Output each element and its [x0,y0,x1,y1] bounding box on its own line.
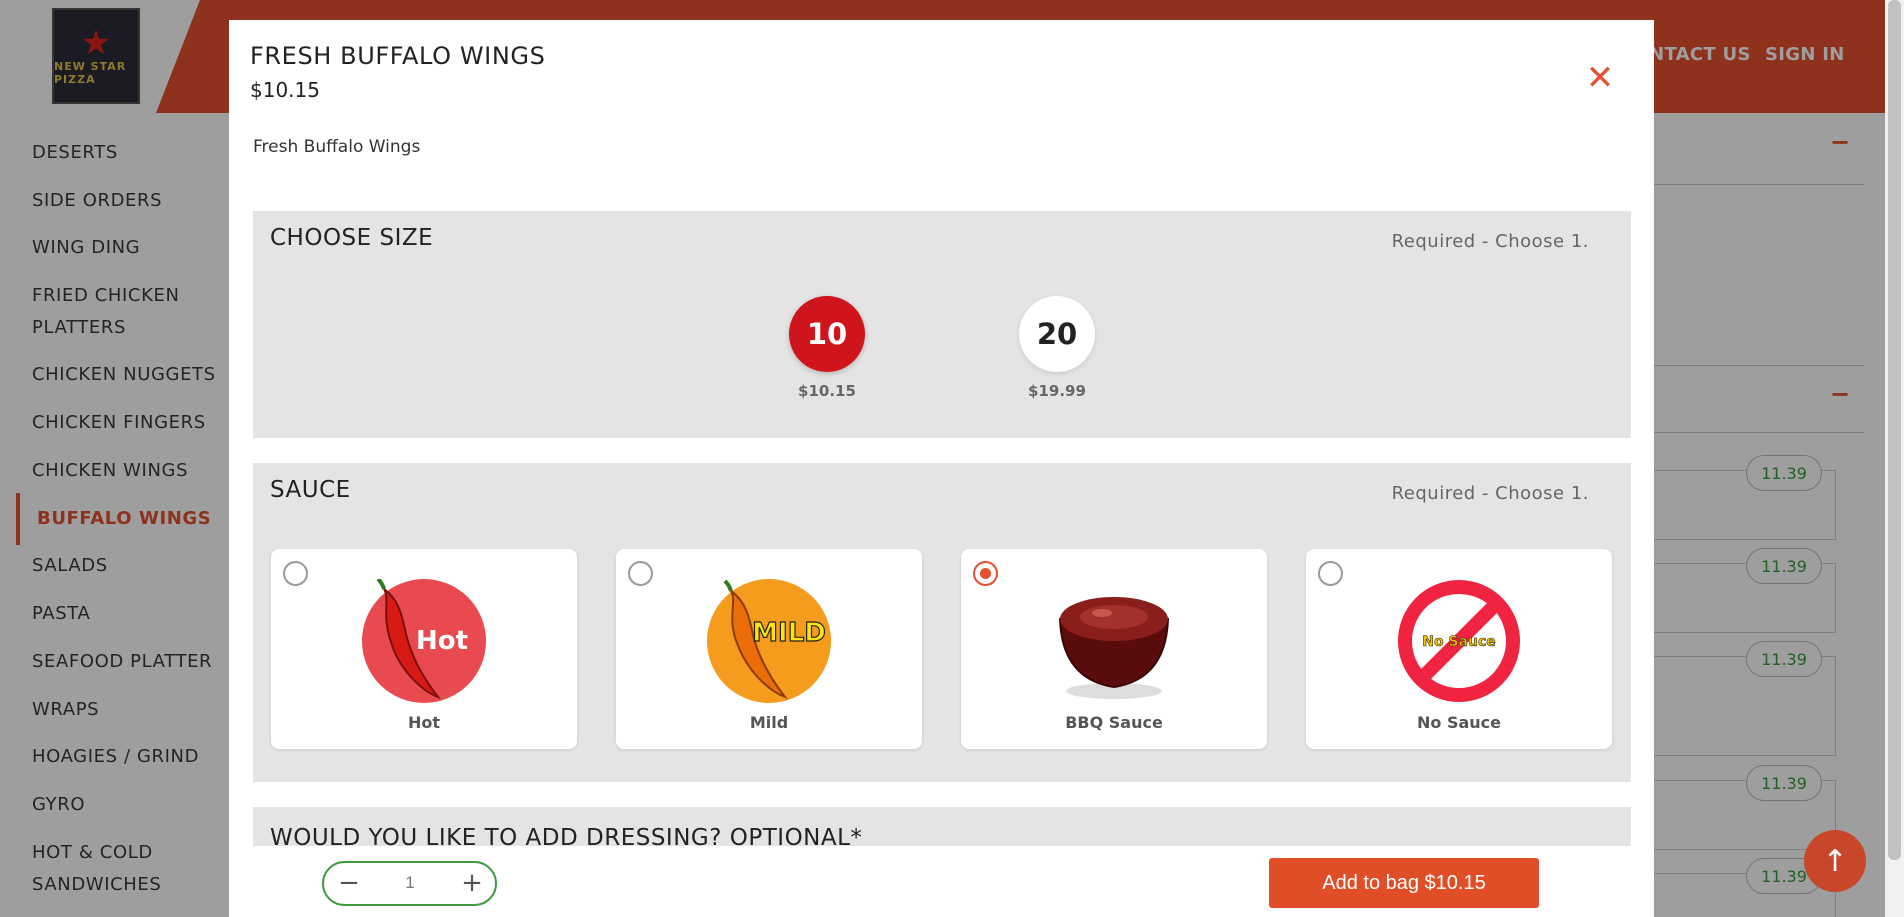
sauce-requirement: Required - Choose 1. [1391,483,1589,504]
bbq-sauce-bowl-icon [1052,579,1176,703]
mild-pepper-icon: MILD [707,579,831,703]
sauce-no-sauce-radio[interactable] [1318,561,1343,586]
modal-footer: − + Add to bag $10.15 [229,846,1654,917]
sauce-panel: SAUCE Required - Choose 1. Hot Hot MILD … [253,463,1631,782]
hot-image-text: Hot [416,626,468,656]
size-panel: CHOOSE SIZE Required - Choose 1. 10 $10.… [253,211,1631,438]
size-option-price: $10.15 [798,382,856,400]
no-sauce-prohibited-icon: No Sauce [1397,579,1521,703]
size-requirement: Required - Choose 1. [1391,231,1589,252]
sauce-panel-title: SAUCE [270,477,351,503]
hot-pepper-icon: Hot [362,577,486,703]
size-option-price: $19.99 [1028,382,1086,400]
sauce-option-hot[interactable]: Hot Hot [271,549,577,749]
close-icon[interactable]: ✕ [1582,60,1618,96]
quantity-stepper: − + [322,861,497,906]
quantity-input[interactable] [380,873,440,893]
sauce-option-label: Mild [749,713,789,732]
modal-item-price: $10.15 [250,78,320,102]
no-sauce-image-text: No Sauce [1422,634,1496,650]
sauce-hot-radio[interactable] [283,561,308,586]
arrow-up-icon[interactable]: ↑ [1804,830,1866,892]
size-option-10[interactable]: 10 [789,296,865,372]
sauce-option-label: No Sauce [1417,713,1501,732]
size-option-20[interactable]: 20 [1019,296,1095,372]
modal-item-title: FRESH BUFFALO WINGS [250,42,546,70]
sauce-option-label: BBQ Sauce [1065,713,1163,732]
scrollbar-thumb[interactable] [1888,0,1901,860]
sauce-option-mild[interactable]: MILD Mild [616,549,922,749]
item-options-modal: FRESH BUFFALO WINGS $10.15 ✕ Fresh Buffa… [229,20,1654,917]
modal-item-description: Fresh Buffalo Wings [253,137,421,157]
sauce-mild-radio[interactable] [628,561,653,586]
sauce-option-label: Hot [407,713,441,732]
add-to-bag-button[interactable]: Add to bag $10.15 [1269,858,1539,908]
sauce-option-bbq[interactable]: BBQ Sauce [961,549,1267,749]
qty-increase-button[interactable]: + [457,868,487,898]
qty-decrease-button[interactable]: − [334,868,364,898]
sauce-option-no-sauce[interactable]: No Sauce No Sauce [1306,549,1612,749]
sauce-bbq-radio[interactable] [973,561,998,586]
size-panel-title: CHOOSE SIZE [270,225,434,251]
mild-image-text: MILD [752,618,826,648]
